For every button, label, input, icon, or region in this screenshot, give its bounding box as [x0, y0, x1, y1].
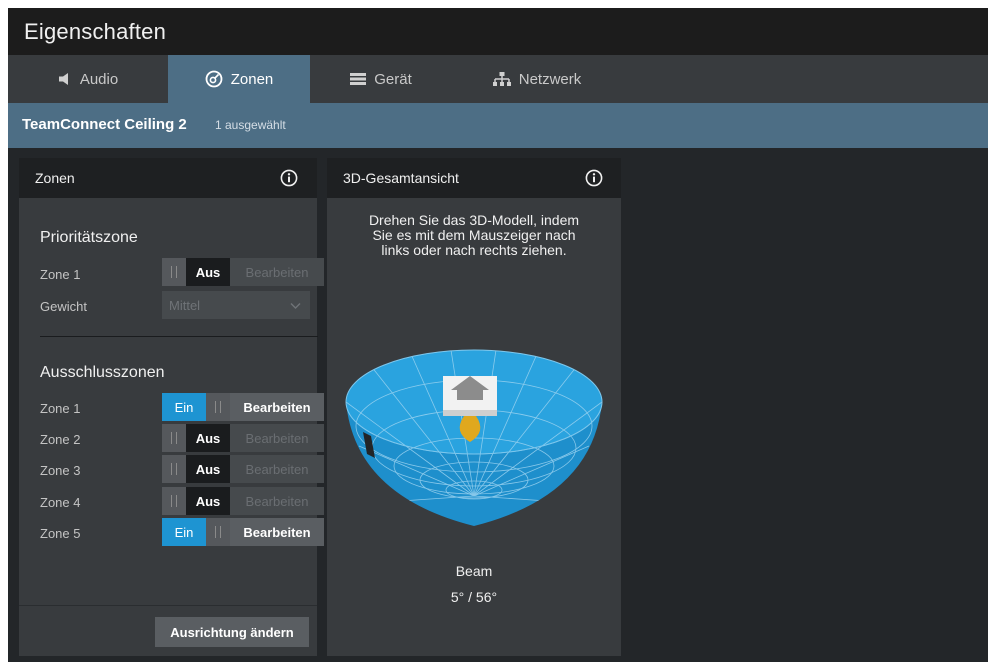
exclusion-zone-2-edit-button[interactable]: Bearbeiten: [230, 424, 324, 452]
3d-view-panel: 3D-Gesamtansicht Drehen Sie das 3D-Model…: [327, 158, 621, 656]
weight-select[interactable]: Mittel: [162, 291, 310, 319]
exclusion-zone-1-toggle[interactable]: Ein: [162, 393, 230, 421]
microphone-beam-bowl-model: [345, 349, 603, 526]
tab-geraet[interactable]: Gerät: [310, 55, 452, 103]
tab-audio[interactable]: Audio: [8, 55, 168, 103]
exclusion-zone-4-toggle[interactable]: Aus: [162, 487, 230, 515]
3d-model-viewer[interactable]: [341, 336, 607, 541]
tab-audio-label: Audio: [79, 70, 119, 88]
network-icon: [492, 72, 511, 86]
beam-label: Beam: [455, 563, 493, 579]
toggle-state: Aus: [186, 424, 230, 452]
priority-zone-heading: Prioritätszone: [40, 229, 138, 246]
toggle-state: Aus: [186, 455, 230, 483]
tab-bar: Audio Zonen Gerät Netzwerk: [8, 55, 988, 103]
priority-zone-toggle[interactable]: Aus: [162, 258, 230, 286]
selection-count: 1 ausgewählt: [215, 118, 286, 132]
exclusion-zone-3-toggle[interactable]: Aus: [162, 455, 230, 483]
3d-view-instruction-line: Sie es mit dem Mauszeiger nach: [372, 227, 576, 243]
exclusion-zone-5-toggle[interactable]: Ein: [162, 518, 230, 546]
priority-zone-edit-button[interactable]: Bearbeiten: [230, 258, 324, 286]
properties-window: Eigenschaften Audio Zonen Gerät Netzwerk: [8, 8, 988, 662]
toggle-grip: [206, 518, 230, 546]
exclusion-zone-label: Zone 4: [40, 495, 81, 510]
change-orientation-button[interactable]: Ausrichtung ändern: [155, 617, 309, 647]
title-bar: Eigenschaften: [8, 8, 988, 55]
device-icon: [350, 73, 367, 85]
toggle-state: Ein: [162, 518, 206, 546]
exclusion-zone-label: Zone 5: [40, 526, 81, 541]
exclusion-zone-label: Zone 2: [40, 432, 81, 447]
window-title: Eigenschaften: [24, 19, 167, 44]
speaker-icon: [58, 72, 72, 86]
exclusion-zone-1-edit-button[interactable]: Bearbeiten: [230, 393, 324, 421]
tab-zonen[interactable]: Zonen: [168, 55, 310, 103]
3d-view-panel-title: 3D-Gesamtansicht: [343, 170, 459, 186]
toggle-state: Aus: [186, 487, 230, 515]
tab-netzwerk[interactable]: Netzwerk: [452, 55, 622, 103]
chevron-down-icon: [290, 299, 301, 314]
info-icon[interactable]: [280, 169, 298, 187]
tab-netzwerk-label: Netzwerk: [518, 70, 582, 88]
beam-angle-value: 5° / 56°: [450, 589, 498, 605]
3d-view-instruction-line: Drehen Sie das 3D-Modell, indem: [368, 212, 580, 228]
zones-panel-title: Zonen: [35, 170, 75, 186]
exclusion-zone-label: Zone 1: [40, 401, 81, 416]
exclusion-zones-heading: Ausschlusszonen: [40, 364, 165, 381]
toggle-grip: [162, 258, 186, 286]
toggle-grip: [206, 393, 230, 421]
exclusion-zone-2-toggle[interactable]: Aus: [162, 424, 230, 452]
panel-footer-divider: [19, 605, 317, 606]
zones-panel-header: Zonen: [19, 158, 317, 198]
toggle-state: Aus: [186, 258, 230, 286]
zones-icon: [205, 70, 223, 88]
exclusion-zone-label: Zone 3: [40, 463, 81, 478]
weight-value: Mittel: [169, 297, 201, 313]
toggle-grip: [162, 424, 186, 452]
toggle-grip: [162, 487, 186, 515]
exclusion-zone-3-edit-button[interactable]: Bearbeiten: [230, 455, 324, 483]
exclusion-zone-4-edit-button[interactable]: Bearbeiten: [230, 487, 324, 515]
toggle-state: Ein: [162, 393, 206, 421]
3d-view-instruction-line: links oder nach rechts ziehen.: [381, 242, 567, 258]
exclusion-zone-5-edit-button[interactable]: Bearbeiten: [230, 518, 324, 546]
toggle-grip: [162, 455, 186, 483]
info-icon[interactable]: [585, 169, 603, 187]
3d-view-panel-header: 3D-Gesamtansicht: [327, 158, 621, 198]
section-divider: [40, 336, 318, 337]
device-header: TeamConnect Ceiling 2 1 ausgewählt: [8, 103, 988, 148]
tab-zonen-label: Zonen: [230, 70, 274, 88]
zones-panel: Zonen Prioritätszone Zone 1 Aus Bearbeit…: [19, 158, 324, 656]
weight-label: Gewicht: [40, 299, 87, 314]
priority-zone-label: Zone 1: [40, 267, 81, 282]
device-name: TeamConnect Ceiling 2: [22, 116, 187, 133]
tab-geraet-label: Gerät: [374, 70, 412, 88]
